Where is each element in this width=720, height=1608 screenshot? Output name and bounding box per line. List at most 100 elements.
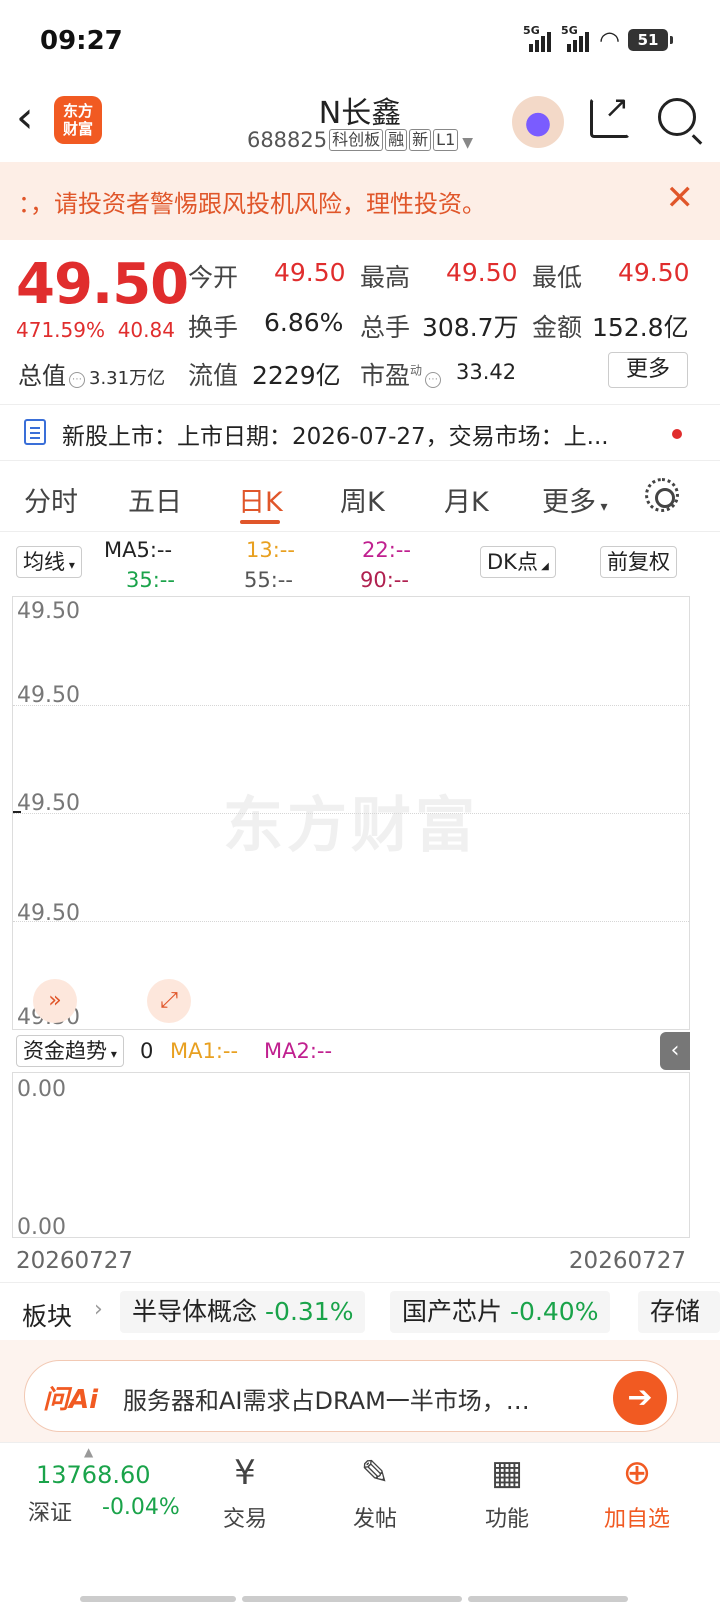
tag-margin: 融 [385, 129, 408, 151]
y-axis-label: 49.50 [17, 901, 80, 926]
ai-robot-avatar[interactable] [512, 96, 564, 148]
tag-new: 新 [409, 129, 432, 151]
sector-bar: 板块 › 半导体概念 -0.31% 国产芯片 -0.40% 存储 [0, 1282, 720, 1340]
wifi-icon: ◠ [599, 26, 620, 54]
home-indicator [242, 1596, 462, 1602]
sub-indicator-header: 资金趋势 ▾ 0 MA1:-- MA2:-- [12, 1031, 690, 1071]
more-quote-button[interactable]: 更多 [608, 352, 688, 388]
y-axis-label: 49.50 [17, 599, 80, 624]
watermark: 东方财富 [223, 791, 479, 861]
chevron-right-icon[interactable]: › [94, 1297, 103, 1322]
amount: 金额 [532, 313, 583, 342]
index-name: 深证 [28, 1501, 73, 1526]
active-tab-indicator [240, 520, 280, 524]
arrow-right-icon[interactable]: ➔ [613, 1371, 667, 1425]
status-icons: 5G 5G ◠ 51 [523, 24, 673, 54]
tab-monthly-k[interactable]: 月K [444, 480, 489, 519]
tab-intraday[interactable]: 分时 [24, 480, 78, 519]
dk-point-button[interactable]: DK点 ◢ [480, 546, 556, 578]
close-icon[interactable]: ✕ [666, 178, 695, 218]
chevron-down-icon: ▾ [107, 1047, 117, 1061]
tab-more[interactable]: 更多 ▾ [542, 480, 607, 519]
signal-icon: 5G [523, 24, 553, 52]
sector-chip[interactable]: 存储 [638, 1291, 720, 1333]
sector-label[interactable]: 板块 [22, 1297, 72, 1333]
amount-value: 152.8亿 [592, 313, 689, 342]
y-axis-label: 49.50 [17, 683, 80, 708]
tab-weekly-k[interactable]: 周K [340, 480, 385, 519]
ai-ask-area: 问Ai 服务器和AI需求占DRAM一半市场，… ➔ [0, 1340, 720, 1442]
float-cap: 流值 [188, 361, 239, 390]
open-price: 今开 [188, 263, 239, 292]
ma35-label: 35:-- [126, 568, 175, 592]
nav-functions[interactable]: ▦ 功能 [462, 1451, 552, 1533]
ma55-label: 55:-- [244, 568, 293, 592]
turnover-value: 6.86% [264, 308, 344, 337]
info-icon: ⋯ [69, 372, 85, 388]
tag-star-market: 科创板 [329, 129, 384, 151]
total-market-cap[interactable]: 总值 ⋯ 3.31万亿 [18, 356, 165, 391]
ma1-label: MA1:-- [170, 1039, 239, 1063]
yen-refresh-icon: ¥ [234, 1453, 256, 1493]
info-icon: ⋯ [425, 372, 442, 388]
turnover: 换手 [188, 313, 239, 342]
bottom-nav: ▲ 13768.60 深证 -0.04% ¥ 交易 ✎ 发帖 ▦ 功能 ⊕ 加自… [0, 1442, 720, 1608]
grid-line [13, 921, 689, 922]
sector-chip[interactable]: 半导体概念 -0.31% [120, 1291, 366, 1333]
nav-post[interactable]: ✎ 发帖 [330, 1451, 420, 1533]
low-price: 最低 [532, 263, 583, 292]
ma-selector[interactable]: 均线 ▾ [16, 546, 82, 578]
volume-value: 308.7万 [422, 313, 519, 342]
price-change: 471.59% 40.84 [16, 318, 175, 342]
nav-add-watchlist[interactable]: ⊕ 加自选 [592, 1451, 682, 1533]
home-indicator [468, 1596, 628, 1602]
last-price: 49.50 [16, 252, 189, 317]
risk-warning-text: ：，请投资者警惕跟风投机风险，理性投资。 [18, 190, 486, 218]
nav-trade[interactable]: ¥ 交易 [200, 1451, 290, 1533]
ma22-label: 22:-- [362, 538, 411, 562]
home-indicator [80, 1596, 236, 1602]
share-arrow-icon: ↗ [604, 90, 630, 125]
y-axis-label: 49.50 [17, 791, 80, 816]
battery-icon: 51 [628, 29, 673, 51]
pe-ratio[interactable]: 市盈动⋯ [360, 356, 442, 392]
ma13-label: 13:-- [246, 538, 295, 562]
sub-indicator-value: 0 [140, 1039, 154, 1063]
chevron-down-icon: ▼ [462, 135, 474, 151]
high-value: 49.50 [446, 258, 518, 287]
tab-five-day[interactable]: 五日 [128, 480, 182, 519]
grid-line [13, 813, 689, 814]
clock: 09:27 [40, 26, 123, 56]
sub-indicator-selector[interactable]: 资金趋势 ▾ [16, 1035, 124, 1067]
chevron-down-icon: ▾ [65, 558, 75, 572]
x-axis-end-date: 20260727 [568, 1248, 686, 1274]
status-bar: 09:27 5G 5G ◠ 51 [0, 0, 720, 84]
edit-icon: ✎ [360, 1453, 390, 1493]
adjust-mode-button[interactable]: 前复权 [600, 546, 677, 578]
change-amount: 40.84 [117, 318, 175, 342]
x-axis-start-date: 20260727 [16, 1248, 134, 1274]
news-ticker[interactable]: 新股上市：上市日期：2026-07-27，交易市场：上... [0, 405, 720, 461]
change-percent: 471.59% [16, 318, 105, 342]
ma2-label: MA2:-- [264, 1039, 333, 1063]
chevron-left-icon[interactable]: ‹ [660, 1032, 690, 1070]
price-marker [13, 811, 21, 813]
double-chevron-right-icon[interactable]: » [33, 979, 77, 1023]
fund-trend-chart[interactable]: 0.00 0.00 [12, 1072, 690, 1240]
index-value: 13768.60 [36, 1461, 151, 1489]
open-value: 49.50 [274, 258, 346, 287]
sector-chip[interactable]: 国产芯片 -0.40% [390, 1291, 611, 1333]
plus-circle-icon: ⊕ [622, 1453, 652, 1493]
grid-icon: ▦ [490, 1453, 524, 1493]
y-axis-label: 0.00 [17, 1077, 66, 1102]
search-icon[interactable] [658, 98, 696, 136]
expand-icon[interactable]: ⤢ [147, 979, 191, 1023]
ma5-label: MA5:-- [104, 538, 173, 562]
kline-chart[interactable]: 东方财富 49.50 49.50 49.50 49.50 49.50 » ⤢ [12, 596, 690, 1030]
tag-level: L1 [433, 129, 459, 151]
gear-icon[interactable] [645, 478, 679, 512]
ma-indicator-row: 均线 ▾ MA5:-- 13:-- 22:-- 35:-- 55:-- 90:-… [0, 532, 720, 594]
ai-ask-input[interactable]: 问Ai 服务器和AI需求占DRAM一半市场，… ➔ [24, 1360, 678, 1432]
ai-logo: 问Ai [43, 1385, 99, 1415]
tab-daily-k[interactable]: 日K [238, 480, 283, 519]
